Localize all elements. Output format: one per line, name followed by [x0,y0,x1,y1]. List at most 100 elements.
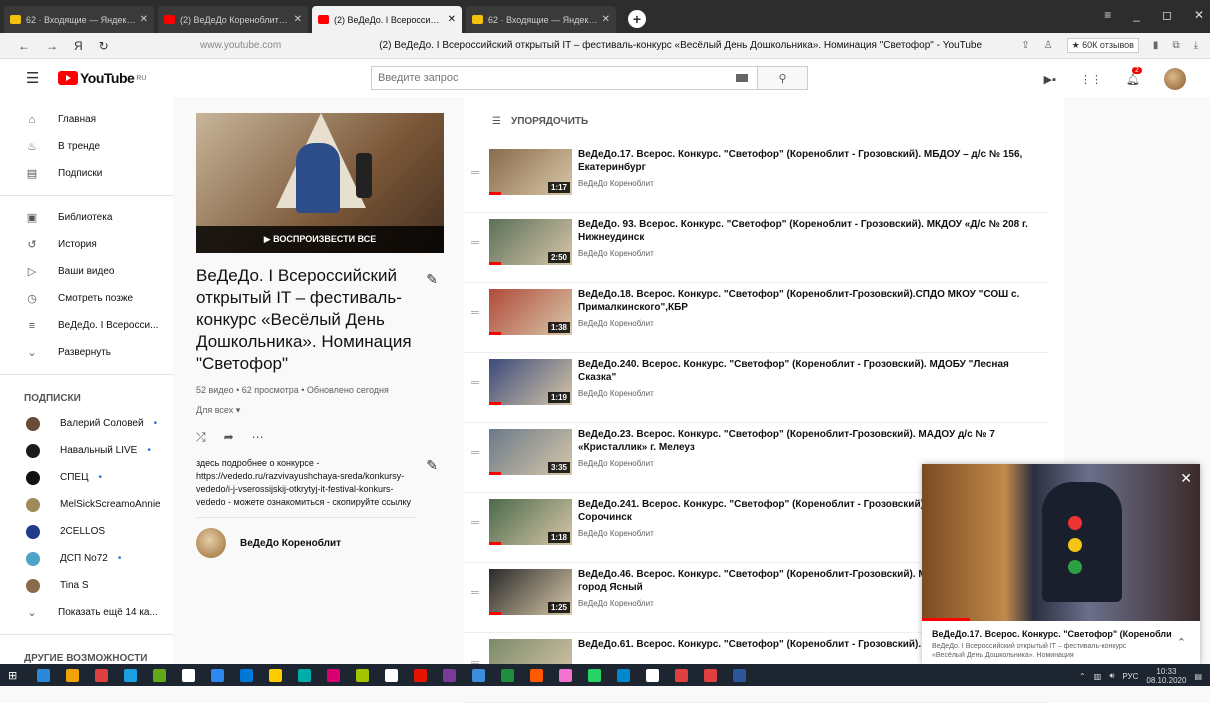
video-channel[interactable]: ВеДеДо Кореноблит [578,599,654,608]
video-title[interactable]: ВеДеДо. 93. Всерос. Конкурс. "Светофор" … [578,218,1033,244]
playlist-video-row[interactable]: ═ 2:50 ВеДеДо. 93. Всерос. Конкурс. "Све… [464,213,1049,283]
more-icon[interactable]: ⋯ [252,430,264,445]
video-title[interactable]: ВеДеДо.23. Всерос. Конкурс. "Светофор" (… [578,428,1033,454]
taskbar-app-icon[interactable] [269,668,282,682]
apps-icon[interactable]: ⋮⋮ [1080,73,1102,86]
video-thumbnail[interactable]: 3:35 [489,429,572,475]
edit-title-icon[interactable]: ✎ [426,271,438,288]
yandex-logo-icon[interactable]: Я [74,39,83,53]
reader-icon[interactable]: ♙ [1044,40,1053,51]
close-tab-icon[interactable]: ✕ [140,14,148,25]
miniplayer[interactable]: ✕ ВеДеДо.17. Всерос. Конкурс. "Светофор"… [922,464,1200,664]
video-title[interactable]: ВеДеДо.18. Всерос. Конкурс. "Светофор" (… [578,288,1033,314]
taskbar-app-icon[interactable] [182,668,195,682]
video-thumbnail[interactable]: 1:38 [489,289,572,335]
taskbar-app-icon[interactable] [443,668,456,682]
forward-icon[interactable]: → [46,39,58,53]
share-icon[interactable]: ➦ [224,430,234,445]
video-thumbnail[interactable]: 2:50 [489,219,572,265]
drag-handle-icon[interactable]: ═ [471,377,479,389]
video-thumbnail[interactable]: 1:17 [489,149,572,195]
drag-handle-icon[interactable]: ═ [471,307,479,319]
taskbar-app-icon[interactable] [66,668,79,682]
drag-handle-icon[interactable]: ═ [471,587,479,599]
sidebar-item[interactable]: ⌂ Главная [0,106,173,133]
close-tab-icon[interactable]: ✕ [294,14,302,25]
shuffle-icon[interactable]: ⤮ [196,430,206,445]
taskbar-app-icon[interactable] [240,668,253,682]
drag-handle-icon[interactable]: ═ [471,237,479,249]
privacy-dropdown[interactable]: Для всех ▾ [196,405,444,416]
taskbar-app-icon[interactable] [327,668,340,682]
sidebar-item[interactable]: ≡ ВеДеДо. I Всеросси... [0,312,173,339]
close-icon[interactable]: ✕ [1180,470,1192,487]
subscription-item[interactable]: Валерий Соловей • [0,410,173,437]
search-input[interactable] [371,66,758,90]
search-button[interactable]: ⚲ [758,66,808,90]
browser-tab[interactable]: (2) ВеДеДо. I Всероссийский ✕ [312,6,462,33]
create-video-icon[interactable]: ▶▪ [1044,73,1056,86]
sidebar-item[interactable]: ▷ Ваши видео [0,258,173,285]
taskbar-app-icon[interactable] [588,668,601,682]
back-icon[interactable]: ← [18,39,30,53]
playlist-thumbnail[interactable]: ▶ ВОСПРОИЗВЕСТИ ВСЕ [196,113,444,253]
play-all-button[interactable]: ▶ ВОСПРОИЗВЕСТИ ВСЕ [196,226,444,253]
subscription-item[interactable]: Навальный LIVE • [0,437,173,464]
taskbar-app-icon[interactable] [356,668,369,682]
miniplayer-video[interactable]: ✕ [922,464,1200,621]
volume-icon[interactable]: 🔊︎ [1109,671,1114,681]
sidebar-item[interactable]: ▤ Подписки [0,160,173,187]
taskbar-app-icon[interactable] [704,668,717,682]
taskbar-app-icon[interactable] [414,668,427,682]
sidebar-item[interactable]: ◷ Смотреть позже [0,285,173,312]
collections-icon[interactable]: ⧉ [1172,40,1179,51]
subscription-item[interactable]: 2CELLOS [0,518,173,545]
sidebar-item[interactable]: ⌄ Развернуть [0,339,173,366]
playlist-video-row[interactable]: ═ 1:38 ВеДеДо.18. Всерос. Конкурс. "Свет… [464,283,1049,353]
taskbar-app-icon[interactable] [95,668,108,682]
video-thumbnail[interactable]: 1:18 [489,499,572,545]
notifications-button[interactable]: 🔔︎ 2 [1126,66,1142,86]
close-window-icon[interactable]: ✕ [1194,8,1204,22]
video-channel[interactable]: ВеДеДо Кореноблит [578,319,654,328]
taskbar-app-icon[interactable] [733,668,746,682]
menu-icon[interactable]: ≡ [1104,8,1111,22]
start-icon[interactable]: ⊞ [8,669,21,682]
taskbar-app-icon[interactable] [472,668,485,682]
guide-menu-icon[interactable]: ☰ [26,69,42,87]
miniplayer-progress[interactable] [922,618,970,621]
edit-description-icon[interactable]: ✎ [426,457,438,474]
taskbar-app-icon[interactable] [675,668,688,682]
network-icon[interactable]: ▥ [1094,672,1102,681]
video-channel[interactable]: ВеДеДо Кореноблит [578,529,654,538]
browser-tab[interactable]: 62 · Входящие — Яндекс.Почта ✕ [466,6,616,33]
share-icon[interactable]: ⇪ [1021,40,1029,51]
video-thumbnail[interactable]: 1:19 [489,359,572,405]
subscription-item[interactable]: MelSickScreamoAnnie [0,491,173,518]
browser-tab[interactable]: 62 · Входящие — Яндекс.Почта ✕ [4,6,154,33]
taskbar-app-icon[interactable] [530,668,543,682]
sidebar-item[interactable]: ♨ В тренде [0,133,173,160]
video-title[interactable]: ВеДеДо.17. Всерос. Конкурс. "Светофор" (… [578,148,1033,174]
minimize-icon[interactable]: _ [1133,8,1140,22]
sidebar-item[interactable]: ↺ История [0,231,173,258]
video-channel[interactable]: ВеДеДо Кореноблит [578,179,654,188]
new-tab-button[interactable]: + [628,10,646,28]
taskbar-app-icon[interactable] [559,668,572,682]
subscription-item[interactable]: ДСП No72 • [0,545,173,572]
sidebar-item[interactable]: ▣ Библиотека [0,204,173,231]
drag-handle-icon[interactable]: ═ [471,447,479,459]
video-thumbnail[interactable]: 1:25 [489,569,572,615]
taskbar-app-icon[interactable] [124,668,137,682]
playlist-owner[interactable]: ВеДеДо Кореноблит [196,528,444,558]
url-field[interactable]: www.youtube.com [200,40,340,51]
close-tab-icon[interactable]: ✕ [448,14,456,25]
video-channel[interactable]: ВеДеДо Кореноблит [578,459,654,468]
browser-tab[interactable]: (2) ВеДеДо Кореноблит - YouTube ✕ [158,6,308,33]
clock[interactable]: 10:33 08.10.2020 [1146,667,1186,685]
taskbar-app-icon[interactable] [211,668,224,682]
language-indicator[interactable]: РУС [1122,672,1138,681]
drag-handle-icon[interactable]: ═ [471,517,479,529]
drag-handle-icon[interactable]: ═ [471,167,479,179]
action-center-icon[interactable]: ▤ [1194,672,1202,681]
